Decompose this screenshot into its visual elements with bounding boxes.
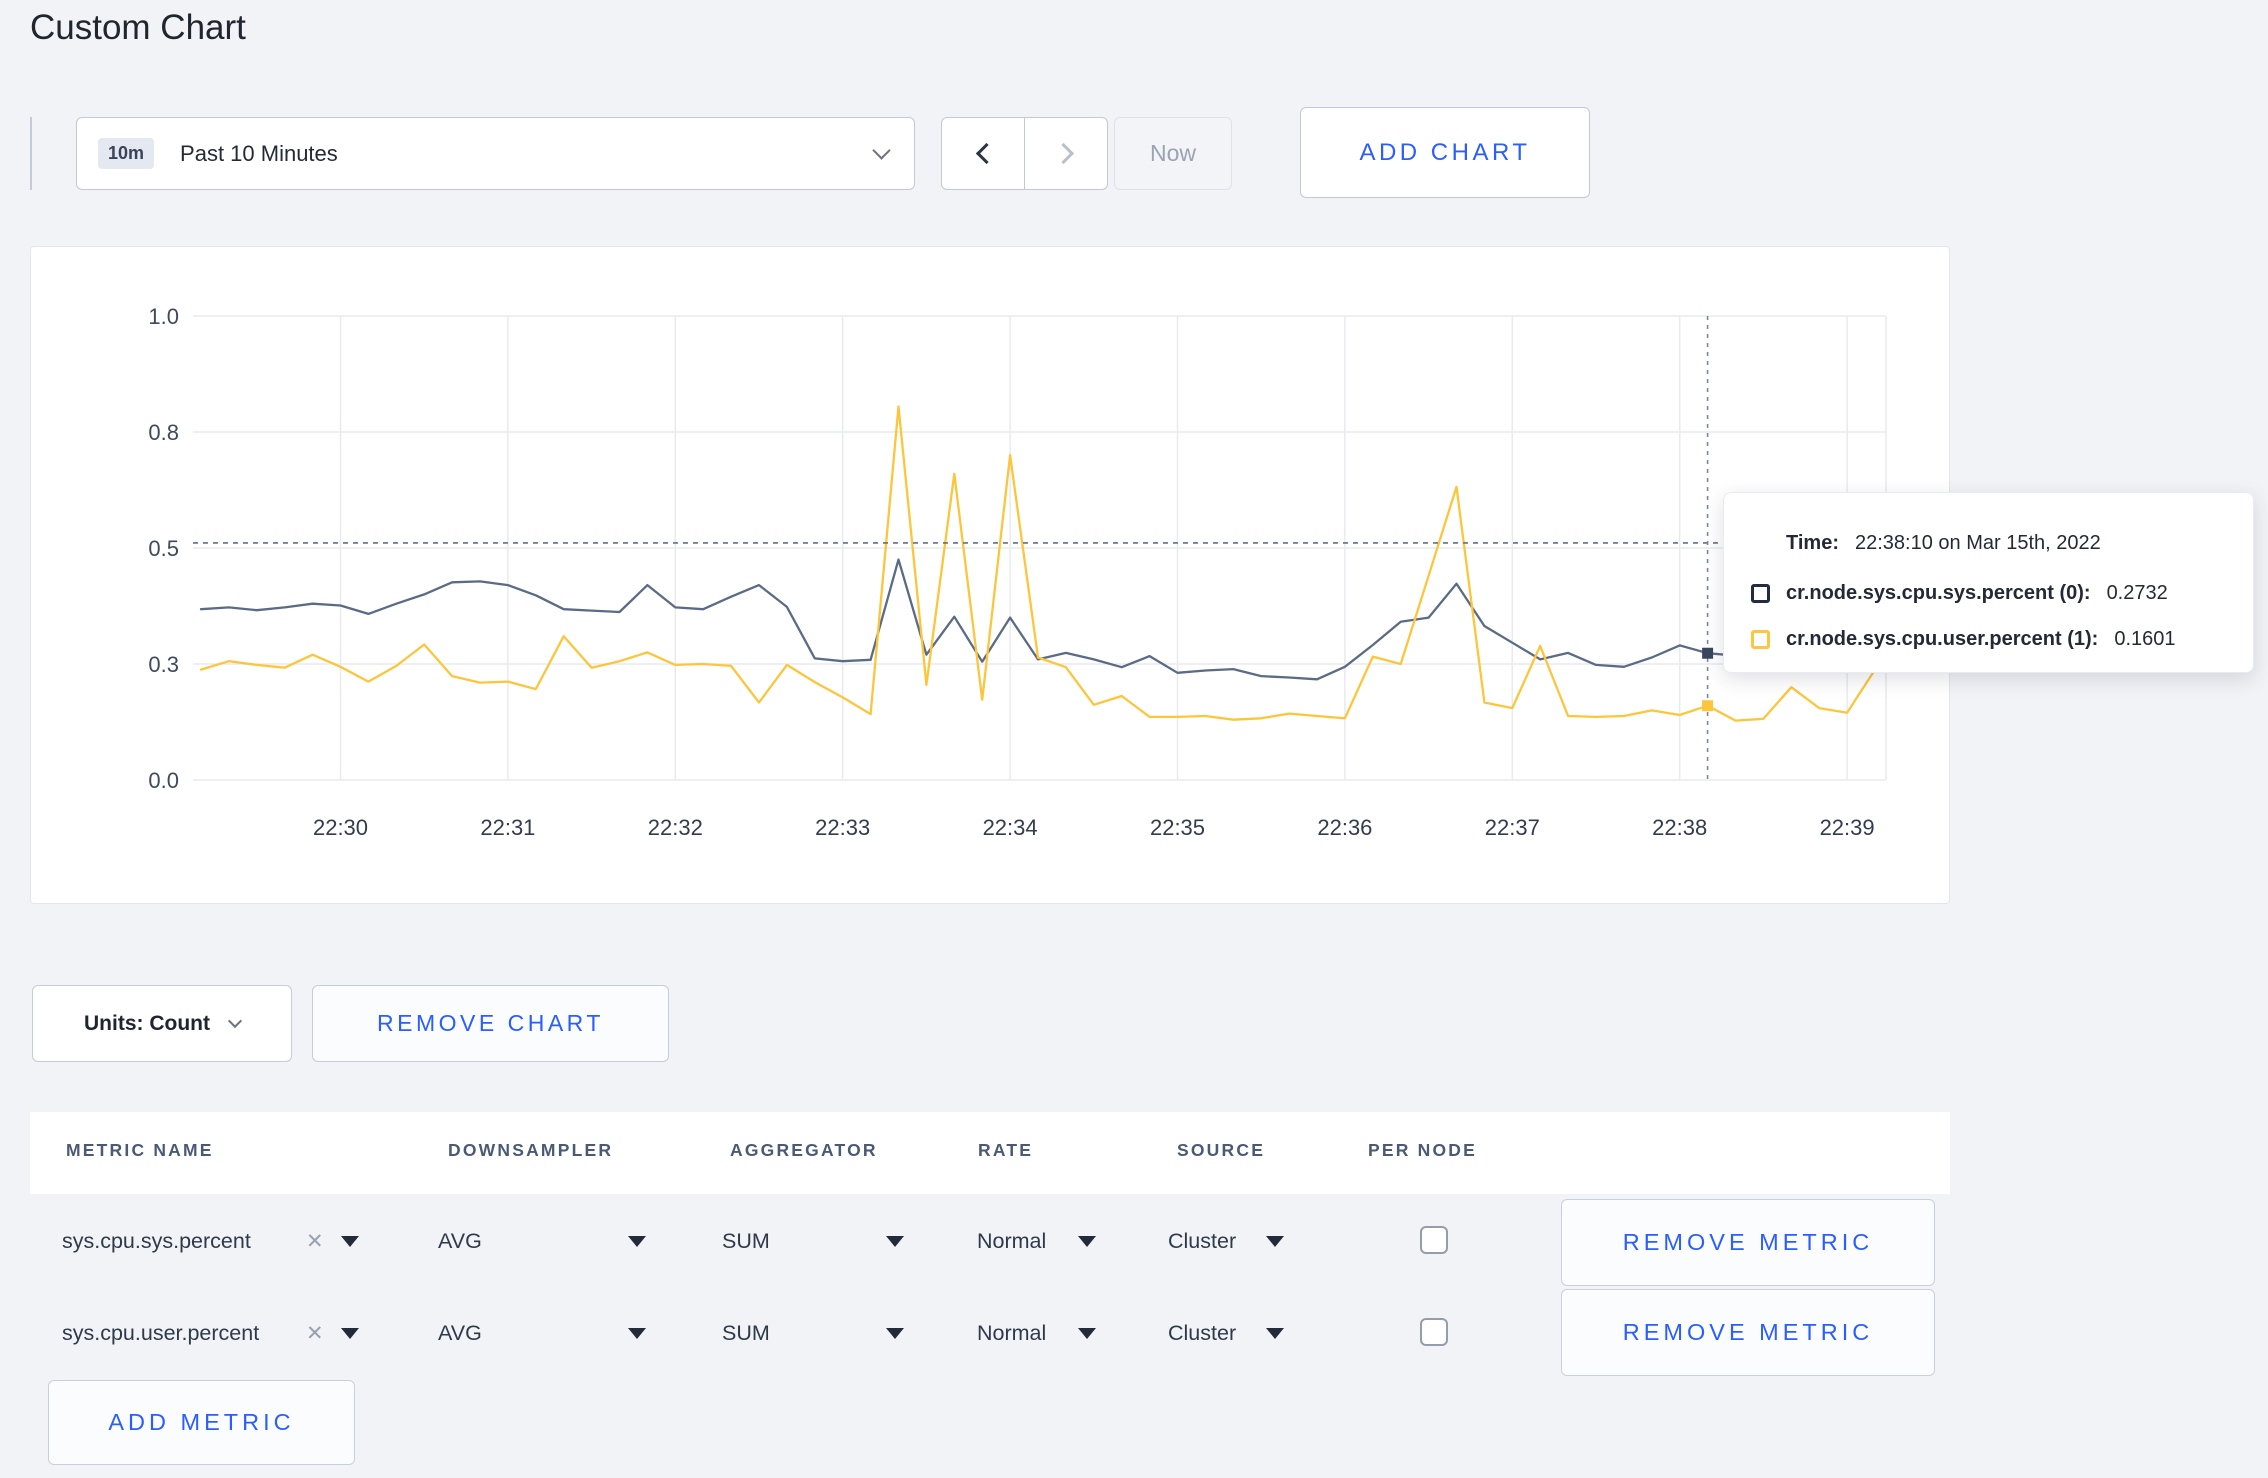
chart-card: 0.0 0.3 0.5 0.8 1.0 22:30 22:31 22:32 22:33 22:34… [30, 246, 1950, 904]
svg-text:22:34: 22:34 [983, 815, 1038, 840]
svg-text:22:33: 22:33 [815, 815, 870, 840]
line-chart[interactable]: 0.0 0.3 0.5 0.8 1.0 22:30 22:31 22:32 22:33 22:34… [31, 247, 1949, 903]
aggregator-select[interactable]: SUM [722, 1229, 770, 1254]
per-node-checkbox[interactable] [1420, 1318, 1448, 1346]
svg-text:22:30: 22:30 [313, 815, 368, 840]
header-downsampler: DOWNSAMPLER [448, 1140, 614, 1160]
tooltip-series-name: cr.node.sys.cpu.sys.percent (0): [1786, 581, 2091, 604]
svg-text:22:39: 22:39 [1820, 815, 1875, 840]
time-range-dropdown[interactable]: 10m Past 10 Minutes [76, 117, 915, 190]
per-node-checkbox[interactable] [1420, 1226, 1448, 1254]
time-range-label: Past 10 Minutes [180, 140, 338, 166]
tooltip-series-value: 0.1601 [2114, 627, 2176, 650]
svg-text:0.0: 0.0 [148, 768, 179, 793]
time-nav-group [941, 117, 1108, 190]
svg-text:22:31: 22:31 [480, 815, 535, 840]
now-button[interactable]: Now [1114, 117, 1232, 190]
chevron-down-icon [872, 141, 891, 160]
rate-select[interactable]: Normal [977, 1229, 1046, 1254]
header-source: SOURCE [1177, 1140, 1266, 1160]
downsampler-caret-icon[interactable] [628, 1328, 646, 1339]
chevron-down-icon [227, 1013, 243, 1029]
source-select[interactable]: Cluster [1168, 1229, 1236, 1254]
rate-caret-icon[interactable] [1078, 1328, 1096, 1339]
tooltip-time-row: Time: 22:38:10 on Mar 15th, 2022 [1751, 530, 2101, 556]
remove-metric-x-icon[interactable]: ✕ [306, 1321, 324, 1346]
page-title: Custom Chart [30, 8, 246, 47]
downsampler-select[interactable]: AVG [438, 1229, 482, 1254]
svg-text:22:36: 22:36 [1317, 815, 1372, 840]
metrics-table-header: METRIC NAME DOWNSAMPLER AGGREGATOR RATE … [30, 1112, 1950, 1194]
source-caret-icon[interactable] [1266, 1328, 1284, 1339]
remove-metric-x-icon[interactable]: ✕ [306, 1229, 324, 1254]
tooltip-time-label: Time: [1786, 531, 1839, 554]
downsampler-caret-icon[interactable] [628, 1236, 646, 1247]
downsampler-select[interactable]: AVG [438, 1321, 482, 1346]
remove-metric-button[interactable]: REMOVE METRIC [1561, 1289, 1935, 1376]
svg-text:22:38: 22:38 [1652, 815, 1707, 840]
source-caret-icon[interactable] [1266, 1236, 1284, 1247]
svg-text:0.5: 0.5 [148, 536, 179, 561]
svg-text:22:37: 22:37 [1485, 815, 1540, 840]
rate-caret-icon[interactable] [1078, 1236, 1096, 1247]
header-rate: RATE [978, 1140, 1034, 1160]
units-label: Units: Count [84, 1011, 210, 1035]
tooltip-series-value: 0.2732 [2106, 581, 2168, 604]
chevron-right-icon [1052, 142, 1074, 165]
source-select[interactable]: Cluster [1168, 1321, 1236, 1346]
metric-select-caret-icon[interactable] [341, 1328, 359, 1339]
time-back-button[interactable] [942, 118, 1024, 189]
remove-metric-button[interactable]: REMOVE METRIC [1561, 1199, 1935, 1286]
metric-select-caret-icon[interactable] [341, 1236, 359, 1247]
header-per-node: PER NODE [1368, 1140, 1478, 1160]
chart-tooltip: Time: 22:38:10 on Mar 15th, 2022 cr.node… [1723, 492, 2254, 673]
rate-select[interactable]: Normal [977, 1321, 1046, 1346]
tooltip-time-value: 22:38:10 on Mar 15th, 2022 [1854, 531, 2101, 554]
svg-text:0.3: 0.3 [148, 652, 179, 677]
header-metric-name: METRIC NAME [66, 1140, 214, 1160]
series-user-swatch-icon [1751, 629, 1770, 649]
series-sys-swatch-icon [1751, 583, 1770, 603]
remove-chart-button[interactable]: REMOVE CHART [312, 985, 669, 1062]
metric-name-select[interactable]: sys.cpu.sys.percent [62, 1229, 251, 1254]
time-range-badge: 10m [98, 138, 155, 169]
chevron-left-icon [975, 142, 997, 165]
time-forward-button[interactable] [1024, 118, 1107, 189]
svg-text:1.0: 1.0 [148, 304, 179, 329]
aggregator-caret-icon[interactable] [886, 1236, 904, 1247]
svg-text:22:35: 22:35 [1150, 815, 1205, 840]
metric-name-select[interactable]: sys.cpu.user.percent [62, 1321, 259, 1346]
aggregator-select[interactable]: SUM [722, 1321, 770, 1346]
tooltip-series-row: cr.node.sys.cpu.user.percent (1): 0.1601 [1751, 626, 2176, 652]
add-metric-button[interactable]: ADD METRIC [48, 1380, 355, 1465]
tooltip-series-row: cr.node.sys.cpu.sys.percent (0): 0.2732 [1751, 580, 2168, 606]
add-chart-button[interactable]: ADD CHART [1300, 107, 1590, 198]
tooltip-series-name: cr.node.sys.cpu.user.percent (1): [1786, 627, 2099, 650]
timewindow-divider [30, 117, 32, 190]
aggregator-caret-icon[interactable] [886, 1328, 904, 1339]
svg-text:22:32: 22:32 [648, 815, 703, 840]
header-aggregator: AGGREGATOR [730, 1140, 878, 1160]
svg-text:0.8: 0.8 [148, 420, 179, 445]
units-dropdown[interactable]: Units: Count [32, 985, 292, 1062]
